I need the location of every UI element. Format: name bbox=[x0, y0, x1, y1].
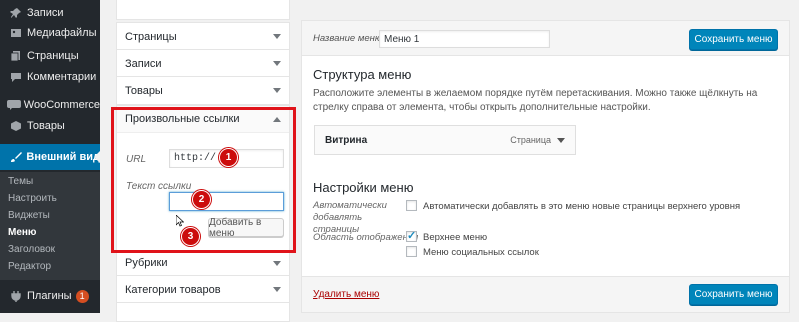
display-location-label: Область отображения bbox=[313, 232, 419, 243]
admin-sidebar: Записи Медиафайлы Страницы Комментарии W… bbox=[0, 0, 100, 313]
accordion-header[interactable]: Страницы bbox=[117, 23, 289, 50]
add-menu-items-column: Страницы Записи Товары Произвольные ссыл… bbox=[116, 0, 290, 322]
url-label: URL bbox=[126, 154, 147, 165]
accordion-title: Категории товаров bbox=[125, 283, 221, 296]
accordion-products[interactable]: Товары bbox=[116, 76, 290, 105]
link-text-input[interactable] bbox=[169, 192, 284, 211]
accordion-header[interactable]: Записи bbox=[117, 50, 289, 77]
accordion-title: Товары bbox=[125, 84, 163, 97]
menu-item-vitrina[interactable]: Витрина Страница bbox=[314, 125, 576, 155]
accordion-custom-links: Произвольные ссылки URL http:// Текст сс… bbox=[116, 105, 290, 251]
arrow-down-icon[interactable] bbox=[273, 61, 281, 66]
sidebar-item-label: WooCommerce bbox=[23, 99, 100, 111]
sidebar-item-products[interactable]: Товары bbox=[0, 113, 100, 139]
menu-name-value: Меню 1 bbox=[384, 33, 420, 45]
menu-item-title: Витрина bbox=[325, 134, 368, 146]
submenu-menus[interactable]: Меню bbox=[8, 227, 36, 238]
submenu-widgets[interactable]: Виджеты bbox=[8, 210, 50, 221]
sidebar-item-label: Комментарии bbox=[27, 71, 97, 83]
menu-name-input[interactable]: Меню 1 bbox=[379, 30, 550, 48]
delete-menu-link[interactable]: Удалить меню bbox=[313, 289, 379, 300]
save-menu-button-bottom[interactable]: Сохранить меню bbox=[689, 284, 778, 305]
arrow-down-icon[interactable] bbox=[273, 287, 281, 292]
url-input-value: http:// bbox=[174, 153, 217, 164]
mouse-cursor-icon bbox=[176, 215, 184, 227]
accordion-rubrics[interactable]: Рубрики bbox=[116, 250, 290, 276]
update-count-badge: 1 bbox=[75, 289, 89, 303]
accordion-title: Страницы bbox=[125, 30, 177, 43]
menu-item-type: Страница bbox=[510, 135, 551, 145]
accordion-title: Записи bbox=[125, 57, 162, 70]
accordion-pages[interactable]: Страницы bbox=[116, 22, 290, 50]
expand-arrow-icon[interactable] bbox=[557, 137, 565, 143]
accordion-header[interactable]: Произвольные ссылки bbox=[117, 106, 289, 133]
sidebar-item-appearance[interactable]: Внешний вид bbox=[0, 144, 100, 170]
add-to-menu-button[interactable]: Добавить в меню bbox=[208, 217, 284, 239]
media-icon bbox=[6, 27, 26, 39]
arrow-down-icon[interactable] bbox=[273, 34, 281, 39]
arrow-down-icon[interactable] bbox=[273, 260, 281, 266]
accordion-product-categories[interactable]: Категории товаров bbox=[116, 275, 290, 303]
accordion-top-edge bbox=[116, 0, 290, 20]
step-marker-2: 2 bbox=[192, 190, 211, 209]
sidebar-item-label: Товары bbox=[27, 120, 65, 132]
arrow-down-icon[interactable] bbox=[273, 88, 281, 93]
accordion-header[interactable]: Категории товаров bbox=[117, 276, 289, 303]
submenu-editor[interactable]: Редактор bbox=[8, 261, 51, 272]
accordion-title: Рубрики bbox=[125, 257, 168, 269]
menu-structure-title: Структура меню bbox=[313, 67, 412, 82]
accordion-posts[interactable]: Записи bbox=[116, 49, 290, 77]
location-top-menu-label: Верхнее меню bbox=[423, 232, 488, 243]
arrow-up-icon[interactable] bbox=[273, 116, 281, 122]
plug-icon bbox=[6, 290, 26, 302]
accordion-title: Произвольные ссылки bbox=[125, 113, 240, 125]
step-marker-3: 3 bbox=[181, 227, 200, 246]
menu-name-label: Название меню bbox=[313, 33, 382, 44]
menu-editor: Название меню Меню 1 Сохранить меню Стру… bbox=[301, 20, 790, 313]
menu-settings-title: Настройки меню bbox=[313, 180, 414, 195]
sidebar-item-label: Записи bbox=[27, 7, 64, 19]
auto-add-checkbox[interactable] bbox=[406, 200, 417, 211]
sidebar-item-label: Страницы bbox=[27, 50, 79, 62]
menu-structure-description: Расположите элементы в желаемом порядке … bbox=[313, 88, 758, 113]
products-icon bbox=[6, 120, 26, 132]
location-top-menu-checkbox[interactable] bbox=[406, 229, 417, 242]
woocommerce-icon bbox=[6, 100, 23, 110]
submenu-header[interactable]: Заголовок bbox=[8, 244, 55, 255]
appearance-submenu: Темы Настроить Виджеты Меню Заголовок Ре… bbox=[0, 172, 100, 280]
menu-footer: Удалить меню Сохранить меню bbox=[302, 276, 789, 312]
save-menu-button-top[interactable]: Сохранить меню bbox=[689, 29, 778, 50]
menu-header: Название меню Меню 1 Сохранить меню bbox=[302, 21, 789, 56]
pages-icon bbox=[6, 50, 26, 62]
comments-icon bbox=[6, 71, 26, 83]
submenu-themes[interactable]: Темы bbox=[8, 176, 33, 187]
sidebar-item-partial[interactable]: П bbox=[0, 305, 100, 313]
accordion-header[interactable]: Товары bbox=[117, 77, 289, 104]
submenu-customize[interactable]: Настроить bbox=[8, 193, 57, 204]
sidebar-item-comments[interactable]: Комментарии bbox=[0, 64, 100, 90]
sidebar-item-label: Плагины bbox=[27, 290, 72, 302]
link-text-label: Текст ссылки bbox=[126, 181, 192, 192]
sidebar-item-label: Внешний вид bbox=[26, 151, 100, 163]
sidebar-item-label: Медиафайлы bbox=[27, 27, 97, 39]
accordion-next-partial[interactable] bbox=[116, 302, 290, 322]
location-social-menu-checkbox[interactable] bbox=[406, 246, 417, 257]
auto-add-label: Автоматически добавлять страницы bbox=[313, 200, 387, 235]
auto-add-text: Автоматически добавлять в это меню новые… bbox=[423, 201, 741, 212]
pin-icon bbox=[6, 7, 26, 19]
location-social-menu-label: Меню социальных ссылок bbox=[423, 247, 539, 258]
step-marker-1: 1 bbox=[219, 148, 238, 167]
accordion-header[interactable]: Рубрики bbox=[117, 251, 289, 275]
brush-icon bbox=[6, 151, 25, 163]
